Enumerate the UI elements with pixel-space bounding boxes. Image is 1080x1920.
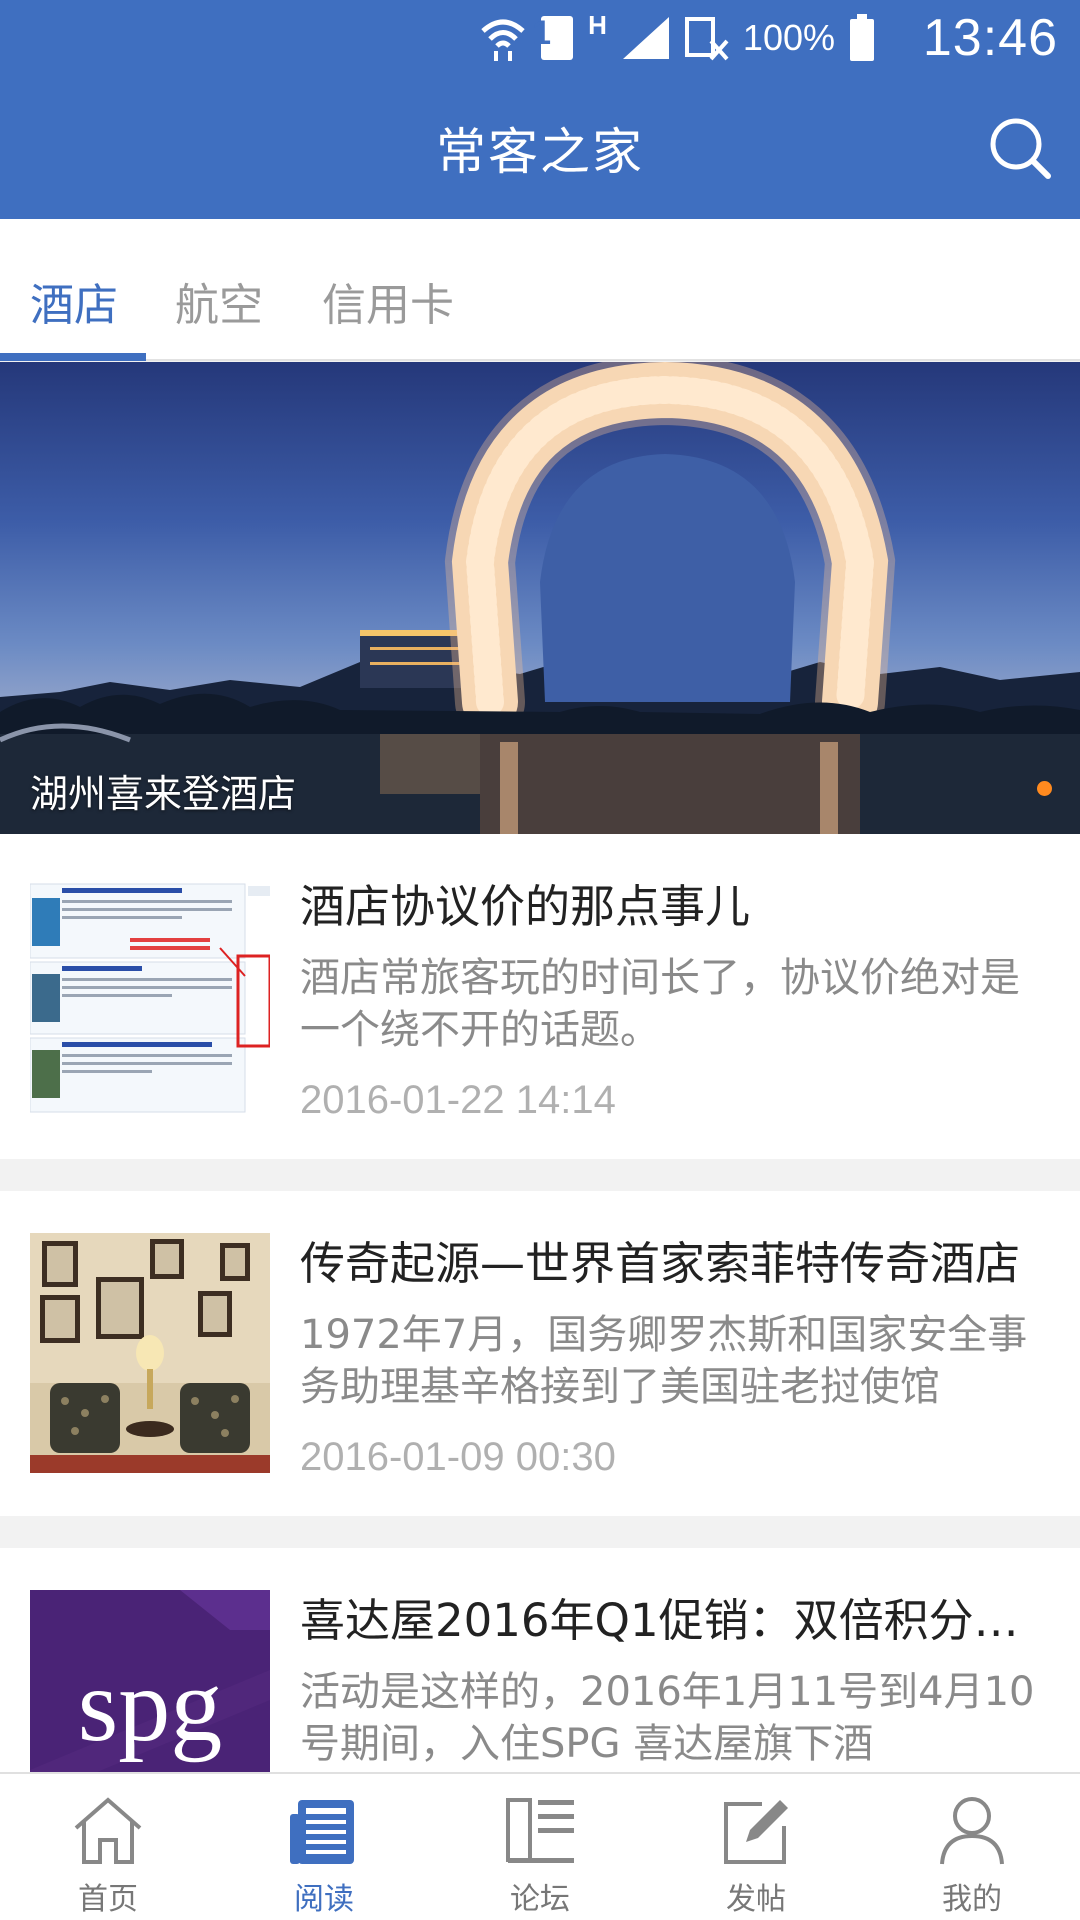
article-thumbnail <box>30 1233 270 1473</box>
tab-indicator <box>0 353 146 361</box>
forum-icon <box>506 1798 574 1863</box>
tab-credit-card[interactable]: 信用卡 <box>322 269 454 333</box>
network-type: H <box>588 10 607 40</box>
article-date: 2016-01-22 14:14 <box>300 1078 616 1122</box>
nav-label: 首页 <box>78 1882 138 1917</box>
nav-forum[interactable]: 论坛 <box>432 1774 648 1920</box>
tab-airline[interactable]: 航空 <box>175 269 263 333</box>
battery-icon <box>850 14 874 61</box>
article-title: 喜达屋2016年Q1促销：双倍积分… <box>300 1594 1019 1647</box>
signal-icon <box>622 17 669 59</box>
list-item[interactable]: 酒店协议价的那点事儿 酒店常旅客玩的时间长了，协议价绝对是一个绕不开的话题。 2… <box>0 834 1080 1159</box>
spg-logo-text: spg <box>78 1648 222 1763</box>
compose-icon <box>724 1800 788 1864</box>
nav-home[interactable]: 首页 <box>0 1774 216 1920</box>
reading-icon <box>290 1800 354 1864</box>
status-bar: 1 H 100% 13:46 <box>0 0 1080 80</box>
app-header: 1 H 100% 13:46 常客之家 <box>0 0 1080 219</box>
profile-icon <box>940 1797 1004 1865</box>
nav-label: 发帖 <box>726 1882 786 1917</box>
nav-compose[interactable]: 发帖 <box>648 1774 864 1920</box>
article-summary: 酒店常旅客玩的时间长了，协议价绝对是一个绕不开的话题。 <box>300 955 1020 1053</box>
nav-profile[interactable]: 我的 <box>864 1774 1080 1920</box>
sim-number: 1 <box>532 14 552 52</box>
nav-label: 阅读 <box>294 1882 354 1917</box>
no-data-icon <box>684 17 729 61</box>
status-icons: 1 H 100% <box>480 10 875 66</box>
article-title: 酒店协议价的那点事儿 <box>300 880 751 933</box>
banner-caption: 湖州喜来登酒店 <box>30 772 297 816</box>
status-time: 13:46 <box>922 9 1058 67</box>
wifi-icon <box>481 19 525 61</box>
bottom-navigation: 首页 阅读 论坛 发帖 我的 <box>0 1772 1080 1920</box>
category-tabs: 酒店 航空 信用卡 <box>0 219 1080 361</box>
carousel-indicator-dot <box>1037 781 1052 796</box>
nav-label: 我的 <box>942 1882 1002 1917</box>
page-title: 常客之家 <box>436 123 644 181</box>
search-button[interactable] <box>988 116 1054 182</box>
sofitel-lobby-image <box>30 1233 270 1473</box>
hotel-listing-screenshot-image <box>30 876 270 1116</box>
article-title: 传奇起源—世界首家索菲特传奇酒店 <box>300 1237 1021 1290</box>
battery-percent: 100% <box>742 17 835 58</box>
tab-hotel[interactable]: 酒店 <box>30 269 118 333</box>
list-item[interactable]: 传奇起源—世界首家索菲特传奇酒店 1972年7月，国务卿罗杰斯和国家安全事务助理… <box>0 1191 1080 1516</box>
article-summary: 1972年7月，国务卿罗杰斯和国家安全事务助理基辛格接到了美国驻老挝使馆 <box>300 1312 1028 1410</box>
article-thumbnail <box>30 876 270 1116</box>
nav-label: 论坛 <box>510 1882 570 1917</box>
search-icon <box>990 118 1051 179</box>
nav-reading[interactable]: 阅读 <box>216 1774 432 1920</box>
featured-banner[interactable]: 湖州喜来登酒店 <box>0 362 1080 834</box>
article-list: 酒店协议价的那点事儿 酒店常旅客玩的时间长了，协议价绝对是一个绕不开的话题。 2… <box>0 834 1080 1905</box>
article-date: 2016-01-09 00:30 <box>300 1435 616 1479</box>
article-summary: 活动是这样的，2016年1月11号到4月10号期间，入住SPG 喜达屋旗下酒 <box>300 1669 1035 1767</box>
home-icon <box>74 1797 142 1864</box>
